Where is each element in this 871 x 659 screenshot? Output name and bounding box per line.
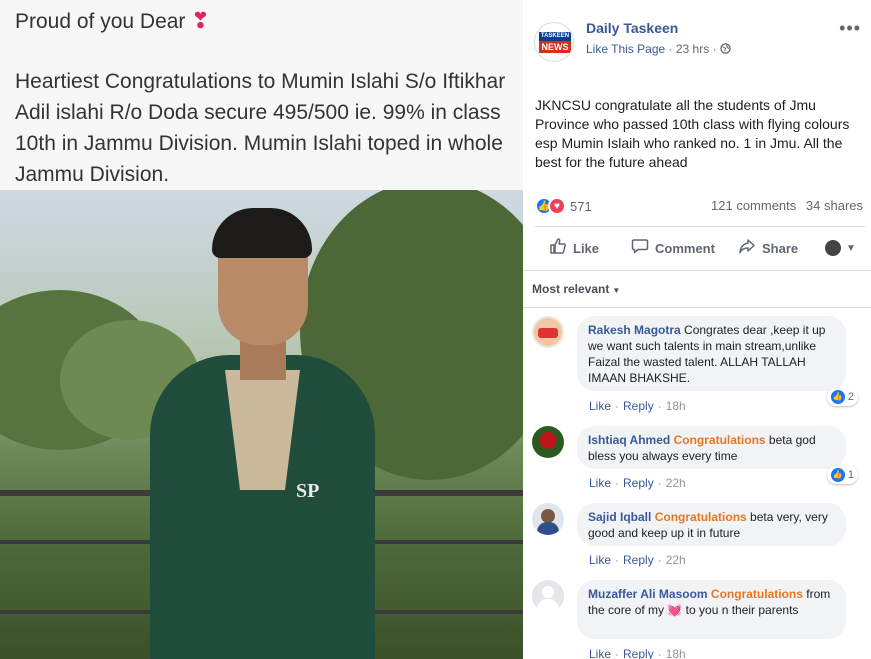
share-button[interactable]: Share (738, 237, 798, 260)
comment-bubble: Rakesh Magotra Congrates dear ,keep it u… (577, 316, 846, 391)
comment-time[interactable]: 18h (666, 647, 686, 659)
more-options-icon[interactable]: ••• (839, 18, 861, 39)
caret-down-icon: ▼ (846, 242, 856, 254)
image-caption-body: Heartiest Congratulations to Mumin Islah… (15, 70, 506, 186)
student-photo: SP (0, 190, 523, 659)
comment-like-link[interactable]: Like (589, 476, 611, 490)
caption-heading-text: Proud of you Dear (15, 10, 186, 33)
comment-highlight: Congratulations (654, 510, 747, 524)
comment-actions: Like · Reply · 22h (589, 476, 686, 490)
comment-author[interactable]: Ishtiaq Ahmed (588, 433, 670, 447)
comment-time[interactable]: 22h (666, 476, 686, 490)
post-text: JKNCSU congratulate all the students of … (535, 97, 850, 170)
divider (523, 270, 871, 271)
comment-like-link[interactable]: Like (589, 553, 611, 567)
thumbs-up-icon (549, 237, 567, 260)
sort-label: Most relevant (532, 282, 610, 296)
comment-reply-link[interactable]: Reply (623, 476, 654, 490)
post-as-selector[interactable]: ▼ (825, 240, 856, 256)
post-time[interactable]: 23 hrs (676, 42, 709, 56)
comment-bubble: Ishtiaq Ahmed Congratulations beta god b… (577, 426, 846, 469)
comment-label: Comment (655, 240, 715, 256)
separator-dot: · (657, 476, 662, 490)
blazer-badge: SP (296, 480, 320, 502)
comment-bubble-icon (631, 237, 649, 260)
user-avatar-icon (825, 240, 841, 256)
heart-emoji-icon: 💓 (667, 603, 683, 617)
like-button[interactable]: Like (549, 237, 599, 260)
image-caption-area: Proud of you Dear ❣ Heartiest Congratula… (0, 0, 523, 190)
comment-reaction-count: 2 (847, 391, 854, 403)
comment-actions: Like · Reply · 22h (589, 553, 686, 567)
reaction-count: 571 (570, 198, 592, 214)
share-arrow-icon (738, 237, 756, 260)
comment-reply-link[interactable]: Reply (623, 399, 654, 413)
comment-reaction-count: 1 (847, 469, 854, 481)
commenter-avatar[interactable] (532, 426, 564, 458)
divider (523, 307, 871, 308)
separator-dot: · (615, 399, 620, 413)
separator-dot: · (615, 647, 620, 659)
shared-image[interactable]: Proud of you Dear ❣ Heartiest Congratula… (0, 0, 523, 659)
comment-like-link[interactable]: Like (589, 399, 611, 413)
comment-actions: Like · Reply · 18h (589, 399, 686, 413)
comment-bubble: Sajid Iqball Congratulations beta very, … (577, 503, 846, 546)
comment-author[interactable]: Sajid Iqball (588, 510, 651, 524)
commenter-avatar[interactable] (532, 316, 564, 348)
separator-dot: · (615, 553, 620, 567)
comment-reactions[interactable]: 👍 2 (826, 388, 858, 406)
comment-time[interactable]: 18h (666, 399, 686, 413)
separator-dot: · (657, 553, 662, 567)
like-label: Like (573, 240, 600, 256)
post-actions: Like Comment Share ▼ (535, 233, 865, 263)
page-name-link[interactable]: Daily Taskeen (586, 20, 678, 36)
hair (212, 208, 312, 258)
comment-reply-link[interactable]: Reply (623, 647, 654, 659)
comment-author[interactable]: Muzaffer Ali Masoom (588, 587, 708, 601)
comment-highlight: Congratulations (710, 587, 803, 601)
separator-dot: · (657, 647, 662, 659)
comment-time[interactable]: 22h (666, 553, 686, 567)
reaction-summary[interactable]: 👍 ♥ 571 (535, 196, 592, 216)
comment-text-after: to you n their parents (685, 603, 799, 617)
comment-reactions[interactable]: 👍 1 (826, 466, 858, 484)
comment-button[interactable]: Comment (631, 237, 715, 260)
meta-separator: · (668, 42, 676, 56)
comment-highlight: Congratulations (673, 433, 766, 447)
meta-separator: · (712, 42, 720, 56)
globe-icon (720, 42, 731, 56)
comment-reply-link[interactable]: Reply (623, 553, 654, 567)
image-caption-heading: Proud of you Dear ❣ (15, 8, 210, 34)
comment-like-link[interactable]: Like (589, 647, 611, 659)
like-reaction-icon: 👍 (830, 390, 845, 404)
commenter-avatar[interactable] (532, 503, 564, 535)
separator-dot: · (615, 476, 620, 490)
heart-emoji-icon: ❣ (191, 8, 210, 33)
love-reaction-icon: ♥ (548, 197, 566, 215)
share-label: Share (762, 240, 799, 256)
commenter-avatar[interactable] (532, 580, 564, 612)
divider (535, 226, 865, 227)
post-meta: Like This Page · 23 hrs · (586, 42, 731, 56)
avatar-logo-top: TASKEEN (539, 32, 571, 41)
engagement-counts: 121 comments 34 shares (711, 198, 863, 213)
comment-sort-dropdown[interactable]: Most relevant ▼ (532, 282, 620, 296)
comment-bubble: Muzaffer Ali Masoom Congratulations from… (577, 580, 846, 639)
post-panel: TASKEEN NEWS Daily Taskeen Like This Pag… (523, 0, 871, 659)
comment-author[interactable]: Rakesh Magotra (588, 323, 681, 337)
like-page-link[interactable]: Like This Page (586, 42, 665, 56)
shares-count-link[interactable]: 34 shares (806, 198, 863, 213)
comments-count-link[interactable]: 121 comments (711, 198, 796, 213)
like-reaction-icon: 👍 (830, 468, 845, 482)
page-avatar[interactable]: TASKEEN NEWS (534, 22, 574, 62)
comment-actions: Like · Reply · 18h (589, 647, 686, 659)
separator-dot: · (657, 399, 662, 413)
avatar-logo-bottom: NEWS (539, 41, 571, 53)
caret-down-icon: ▼ (612, 286, 621, 295)
